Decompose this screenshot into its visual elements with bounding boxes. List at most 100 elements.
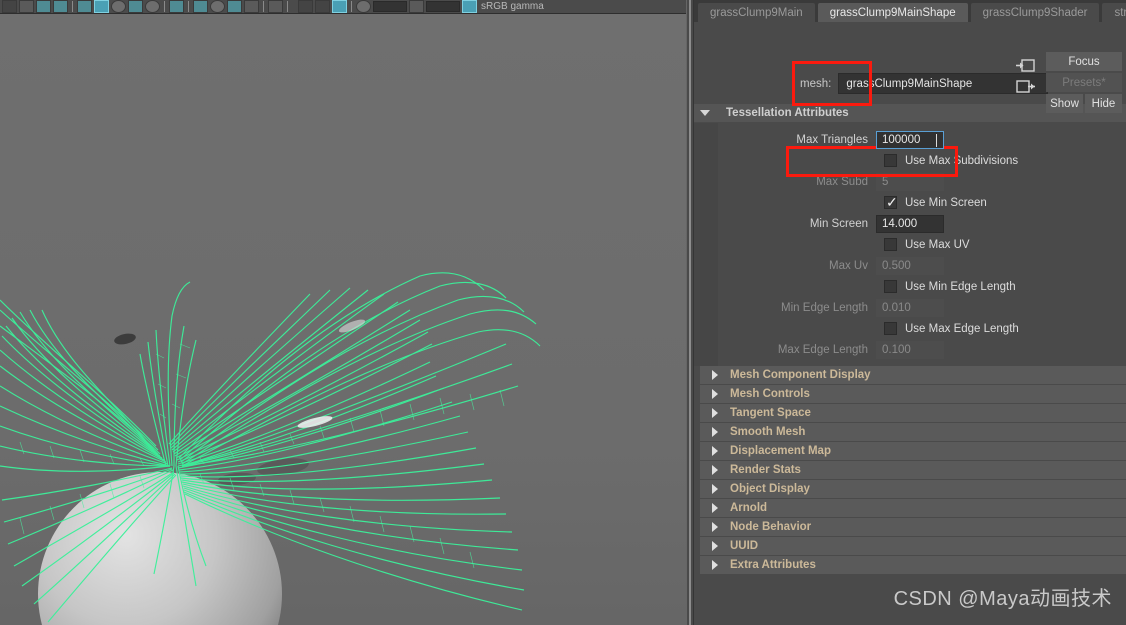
section-title: Tangent Space (730, 407, 811, 419)
chevron-right-icon (700, 560, 730, 570)
input-max-triangles[interactable]: 100000 (876, 130, 944, 149)
chevron-right-icon (700, 446, 730, 456)
section-header-render-stats[interactable]: Render Stats (700, 461, 1126, 479)
snap-grid-icon[interactable] (77, 0, 92, 13)
section-title: Render Stats (730, 464, 801, 476)
section-title: Mesh Component Display (730, 369, 871, 381)
render-settings-icon[interactable] (210, 0, 225, 13)
label-max-triangles: Max Triangles (796, 133, 868, 146)
input-min-screen[interactable]: 14.000 (876, 214, 944, 233)
rotate-tool-icon[interactable] (36, 0, 51, 13)
shading-mode-icon[interactable] (315, 0, 330, 13)
viewport-renderer-icon[interactable] (332, 0, 347, 13)
label-use-min-screen: Use Min Screen (905, 196, 987, 209)
maya-3d-viewport[interactable] (0, 14, 694, 625)
tab-stroke[interactable]: strok (1102, 3, 1126, 22)
maya-application-window: sRGB gamma grassClump9Main grassClump9Ma… (0, 0, 1126, 625)
select-arrow-icon[interactable] (268, 0, 283, 13)
presets-button[interactable]: Presets* (1046, 73, 1122, 92)
label-use-max-subdivisions: Use Max Subdivisions (905, 154, 1019, 167)
section-title: Smooth Mesh (730, 426, 806, 438)
chevron-right-icon (700, 503, 730, 513)
node-io-icon-group (1016, 58, 1035, 94)
output-connection-icon[interactable] (1016, 79, 1035, 94)
gamma-label: sRGB gamma (481, 1, 544, 12)
input-connection-icon[interactable] (1016, 58, 1035, 73)
display-mode-icon[interactable] (298, 0, 313, 13)
toolbar-separator-1-icon (70, 0, 75, 13)
checkbox-use-max-subdivisions[interactable] (884, 154, 897, 167)
row-max-uv: Max Uv 0.500 (718, 255, 1126, 276)
row-use-max-subdivisions[interactable]: Use Max Subdivisions (718, 150, 1126, 171)
snap-live-icon[interactable] (145, 0, 160, 13)
row-min-screen: Min Screen 14.000 (718, 213, 1126, 234)
section-title: Object Display (730, 483, 810, 495)
render-icon[interactable] (169, 0, 184, 13)
checkbox-use-max-uv[interactable] (884, 238, 897, 251)
label-min-edge-length: Min Edge Length (781, 301, 868, 314)
row-use-max-uv[interactable]: Use Max UV (718, 234, 1126, 255)
hide-button[interactable]: Hide (1085, 94, 1122, 113)
input-max-uv: 0.500 (876, 256, 944, 275)
chevron-right-icon (700, 389, 730, 399)
focus-button[interactable]: Focus (1046, 52, 1122, 71)
exposure-input[interactable] (373, 1, 407, 12)
gamma-input[interactable] (426, 1, 460, 12)
section-title-tessellation: Tessellation Attributes (726, 107, 849, 119)
attribute-editor-panel: grassClump9Main grassClump9MainShape gra… (694, 0, 1126, 625)
node-name-row: mesh: grassClump9MainShape Focus Presets… (694, 22, 1126, 113)
tab-grassClump9Shader[interactable]: grassClump9Shader (970, 3, 1100, 22)
tab-grassClump9MainShape[interactable]: grassClump9MainShape (817, 3, 968, 22)
section-header-mesh-controls[interactable]: Mesh Controls (700, 385, 1126, 403)
row-max-edge-length: Max Edge Length 0.100 (718, 339, 1126, 360)
snap-curve-icon[interactable] (94, 0, 109, 13)
checkbox-use-min-edge-length[interactable] (884, 280, 897, 293)
node-name-field-group: mesh: grassClump9MainShape (800, 73, 1049, 94)
chevron-right-icon (700, 465, 730, 475)
section-header-displacement-map[interactable]: Displacement Map (700, 442, 1126, 460)
select-tool-icon[interactable] (2, 0, 17, 13)
collapsed-sections-list: Mesh Component Display Mesh Controls Tange… (694, 366, 1126, 574)
render-view-icon[interactable] (244, 0, 259, 13)
row-use-max-edge-length[interactable]: Use Max Edge Length (718, 318, 1126, 339)
gamma-toggle-icon[interactable] (409, 0, 424, 13)
checkbox-use-max-edge-length[interactable] (884, 322, 897, 335)
section-title: Extra Attributes (730, 559, 816, 571)
section-header-object-display[interactable]: Object Display (700, 480, 1126, 498)
move-tool-icon[interactable] (19, 0, 34, 13)
input-min-edge-length: 0.010 (876, 298, 944, 317)
section-header-mesh-component-display[interactable]: Mesh Component Display (700, 366, 1126, 384)
show-button[interactable]: Show (1046, 94, 1083, 113)
panel-divider-handle[interactable] (686, 0, 694, 625)
viewport-scene (0, 14, 694, 625)
exposure-icon[interactable] (356, 0, 371, 13)
row-use-min-screen[interactable]: Use Min Screen (718, 192, 1126, 213)
label-max-edge-length: Max Edge Length (777, 343, 868, 356)
checkbox-use-min-screen[interactable] (884, 194, 898, 210)
row-min-edge-length: Min Edge Length 0.010 (718, 297, 1126, 318)
label-use-max-edge-length: Use Max Edge Length (905, 322, 1019, 335)
snap-point-icon[interactable] (111, 0, 126, 13)
chevron-right-icon (700, 427, 730, 437)
row-use-min-edge-length[interactable]: Use Min Edge Length (718, 276, 1126, 297)
chevron-right-icon (700, 408, 730, 418)
section-header-uuid[interactable]: UUID (700, 537, 1126, 555)
chevron-right-icon (700, 541, 730, 551)
section-header-extra-attributes[interactable]: Extra Attributes (700, 556, 1126, 574)
section-header-arnold[interactable]: Arnold (700, 499, 1126, 517)
color-management-icon[interactable] (462, 0, 477, 13)
ipr-render-icon[interactable] (193, 0, 208, 13)
chevron-right-icon (700, 370, 730, 380)
chevron-right-icon (700, 522, 730, 532)
hypershade-icon[interactable] (227, 0, 242, 13)
row-max-subd: Max Subd 5 (718, 171, 1126, 192)
tab-grassClump9Main[interactable]: grassClump9Main (698, 3, 815, 22)
snap-view-plane-icon[interactable] (128, 0, 143, 13)
chevron-right-icon (700, 484, 730, 494)
label-max-uv: Max Uv (829, 259, 868, 272)
scale-tool-icon[interactable] (53, 0, 68, 13)
section-header-node-behavior[interactable]: Node Behavior (700, 518, 1126, 536)
input-max-subd: 5 (876, 172, 944, 191)
section-header-tangent-space[interactable]: Tangent Space (700, 404, 1126, 422)
section-header-smooth-mesh[interactable]: Smooth Mesh (700, 423, 1126, 441)
